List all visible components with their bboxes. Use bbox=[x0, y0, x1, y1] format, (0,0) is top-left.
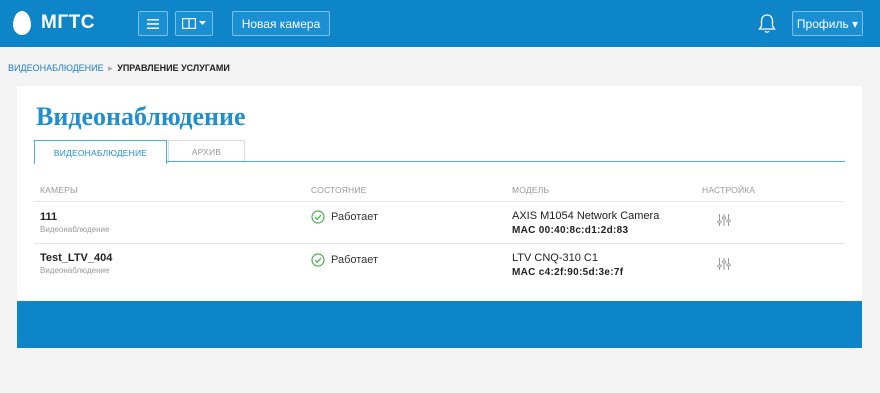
tab-archive[interactable]: АРХИВ bbox=[168, 140, 245, 163]
camera-name[interactable]: Test_LTV_404 bbox=[40, 252, 112, 264]
camera-model: AXIS M1054 Network Camera bbox=[512, 210, 660, 222]
new-camera-button[interactable]: Новая камера bbox=[232, 11, 330, 36]
profile-button[interactable]: Профиль ▾ bbox=[792, 11, 863, 36]
mgts-logo[interactable]: МГТС bbox=[13, 8, 95, 38]
layout-button[interactable] bbox=[175, 11, 213, 36]
status-text: Работает bbox=[331, 254, 379, 266]
camera-service: Видеонаблюдение bbox=[40, 225, 110, 234]
sliders-icon[interactable] bbox=[717, 257, 731, 271]
camera-mac: MAC c4:2f:90:5d:3e:7f bbox=[512, 267, 624, 278]
camera-service: Видеонаблюдение bbox=[40, 266, 110, 275]
chevron-down-icon bbox=[199, 21, 206, 25]
column-header-settings: НАСТРОЙКА bbox=[702, 185, 756, 195]
status-cell: Работает bbox=[311, 210, 378, 224]
sliders-icon[interactable] bbox=[717, 213, 731, 227]
top-navbar: МГТС Новая камера Профиль ▾ bbox=[0, 0, 880, 47]
layout-icon bbox=[182, 18, 196, 29]
logo-egg-icon bbox=[13, 11, 31, 35]
column-header-model: МОДЕЛЬ bbox=[512, 185, 550, 195]
tab-video-surveillance[interactable]: ВИДЕОНАБЛЮДЕНИЕ bbox=[34, 140, 167, 164]
check-circle-icon bbox=[311, 210, 325, 224]
menu-icon bbox=[147, 18, 159, 29]
camera-mac: MAC 00:40:8c:d1:2d:83 bbox=[512, 225, 629, 236]
page-title: Видеонаблюдение bbox=[36, 102, 246, 131]
camera-model: LTV CNQ-310 C1 bbox=[512, 252, 598, 264]
footer-band bbox=[17, 301, 862, 348]
bell-icon[interactable] bbox=[757, 13, 777, 35]
breadcrumb: ВИДЕОНАБЛЮДЕНИЕ ▸ УПРАВЛЕНИЕ УСЛУГАМИ bbox=[8, 63, 230, 74]
column-header-state: СОСТОЯНИЕ bbox=[311, 185, 367, 195]
breadcrumb-separator: ▸ bbox=[108, 63, 113, 73]
content-card: Видеонаблюдение ВИДЕОНАБЛЮДЕНИЕ АРХИВ КА… bbox=[17, 86, 862, 301]
table-divider bbox=[34, 201, 845, 202]
breadcrumb-link-video[interactable]: ВИДЕОНАБЛЮДЕНИЕ bbox=[8, 63, 104, 73]
table-divider bbox=[34, 243, 845, 244]
status-text: Работает bbox=[331, 211, 379, 223]
column-header-cameras: КАМЕРЫ bbox=[40, 185, 78, 195]
status-cell: Работает bbox=[311, 253, 378, 267]
breadcrumb-current: УПРАВЛЕНИЕ УСЛУГАМИ bbox=[117, 63, 230, 73]
menu-button[interactable] bbox=[138, 11, 168, 36]
check-circle-icon bbox=[311, 253, 325, 267]
logo-text: МГТС bbox=[41, 12, 95, 33]
camera-name[interactable]: 111 bbox=[40, 211, 57, 223]
